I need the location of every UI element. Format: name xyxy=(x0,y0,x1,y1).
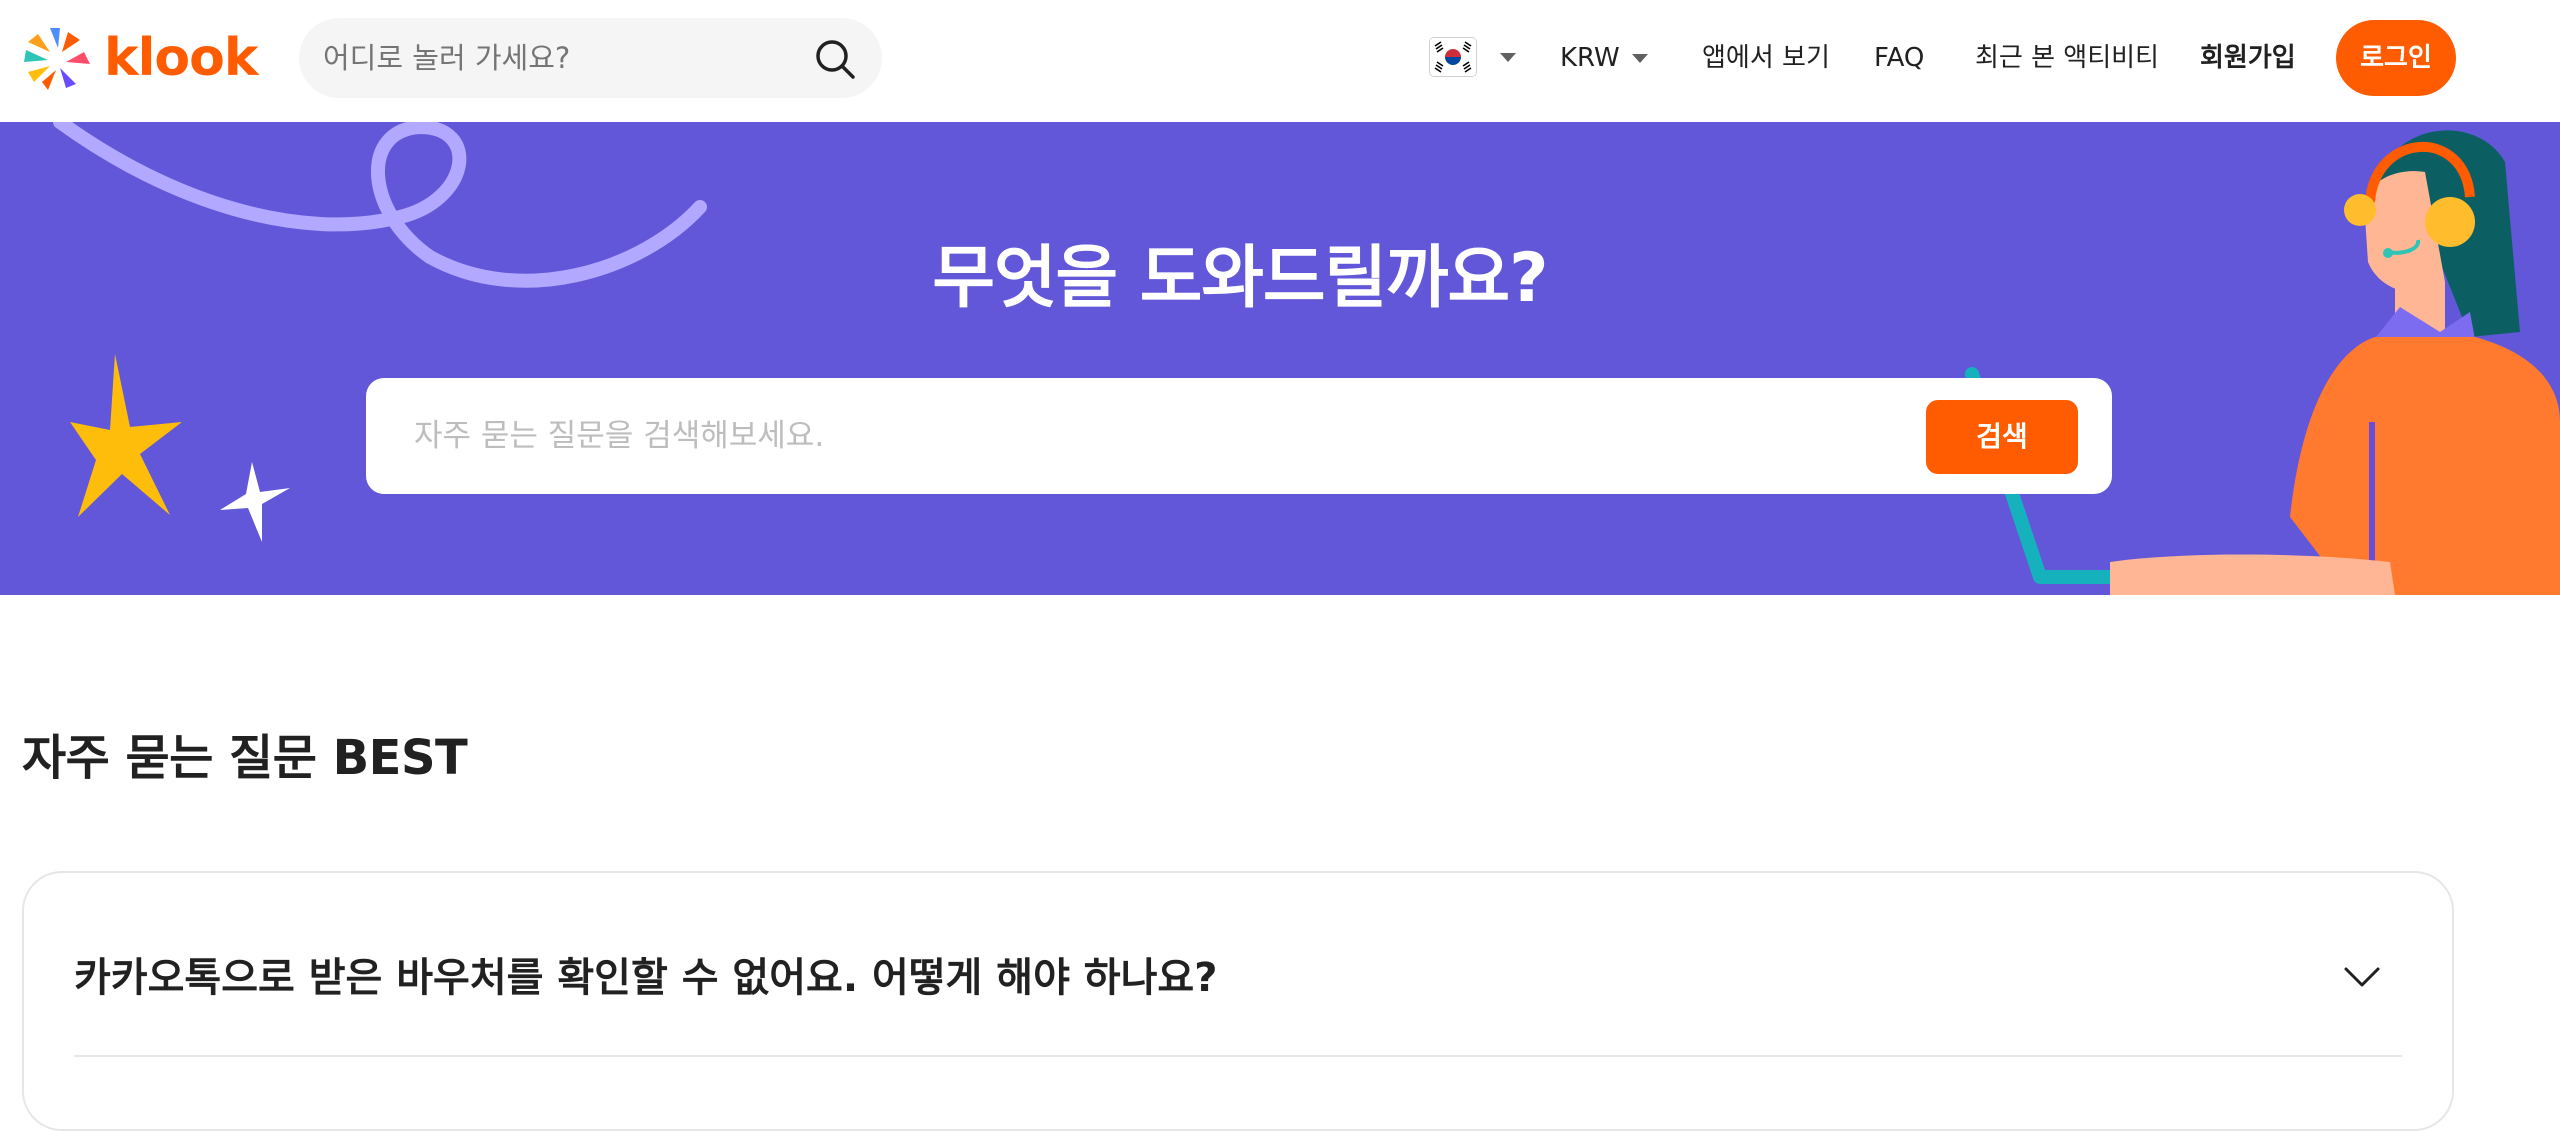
faq-search-input[interactable]: 자주 묻는 질문을 검색해보세요. xyxy=(414,378,824,494)
chevron-down-icon[interactable] xyxy=(2342,957,2382,997)
help-hero-banner: 무엇을 도와드릴까요? 자주 묻는 질문을 검색해보세요. 검색 xyxy=(0,122,2560,595)
nav-faq-link[interactable]: FAQ xyxy=(1874,30,1924,86)
hero-decoration-illustration xyxy=(53,122,2560,595)
language-flag-button[interactable] xyxy=(1430,38,1476,76)
hero-title: 무엇을 도와드릴까요? xyxy=(932,239,1548,318)
nav-recent-activities-link[interactable]: 최근 본 액티비티 xyxy=(1975,30,2159,86)
klook-logo-mark-icon xyxy=(24,28,90,90)
currency-selector[interactable]: KRW xyxy=(1560,30,1648,86)
login-button[interactable]: 로그인 xyxy=(2336,20,2456,96)
faq-list-card: 카카오톡으로 받은 바우처를 확인할 수 없어요. 어떻게 해야 하나요? xyxy=(22,871,2454,1131)
nav-app-view-link[interactable]: 앱에서 보기 xyxy=(1702,30,1830,86)
language-dropdown-chevron-icon[interactable] xyxy=(1500,53,1516,62)
faq-search-button[interactable]: 검색 xyxy=(1926,400,2078,474)
destination-search-input[interactable]: 어디로 놀러 가세요? xyxy=(323,18,570,98)
destination-search-box[interactable]: 어디로 놀러 가세요? xyxy=(299,18,882,98)
top-header: klook 어디로 놀러 가세요? KRW 앱에서 보기 FAQ 최근 본 액티… xyxy=(0,0,2560,122)
faq-question[interactable]: 카카오톡으로 받은 바우처를 확인할 수 없어요. 어떻게 해야 하나요? xyxy=(74,933,1217,1023)
klook-logo[interactable]: klook xyxy=(20,22,258,94)
klook-logo-text: klook xyxy=(104,28,258,88)
best-faq-section-title: 자주 묻는 질문 BEST xyxy=(22,730,468,786)
yellow-star-icon xyxy=(70,354,182,517)
south-korea-flag-icon xyxy=(1430,38,1476,76)
faq-search-box[interactable]: 자주 묻는 질문을 검색해보세요. 검색 xyxy=(366,378,2112,494)
faq-divider xyxy=(74,1055,2402,1057)
white-sparkle-icon xyxy=(220,462,290,542)
currency-label: KRW xyxy=(1560,43,1620,73)
currency-dropdown-chevron-icon xyxy=(1631,54,1648,63)
nav-signup-link[interactable]: 회원가입 xyxy=(2200,30,2296,86)
faq-accordion-item[interactable]: 카카오톡으로 받은 바우처를 확인할 수 없어요. 어떻게 해야 하나요? xyxy=(74,933,2402,1023)
search-icon[interactable] xyxy=(814,38,856,80)
